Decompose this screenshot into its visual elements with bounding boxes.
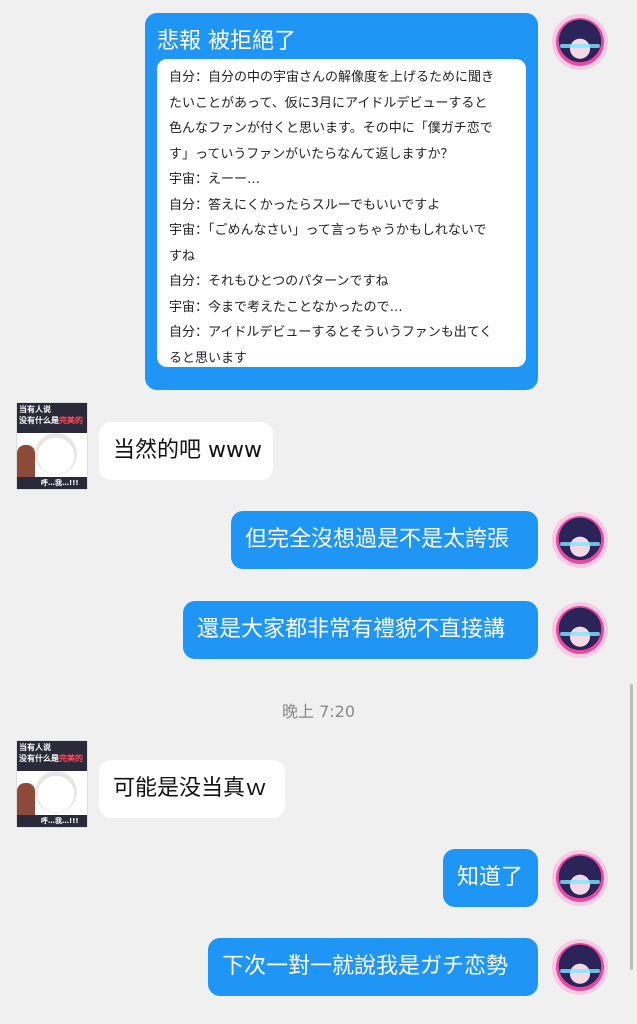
avatar-text-line2: 没有什么是完美的 [19,416,83,425]
avatar-face [35,771,77,813]
avatar-text-line1: 当有人说 [19,405,51,414]
post-title: 悲報 被拒絕了 [157,29,296,54]
avatar-text-line2: 没有什么是完美的 [19,754,83,763]
message-text: 可能是没当真ｗ [113,776,268,801]
my-avatar-icon[interactable] [552,14,608,70]
avatar-face [35,433,77,475]
my-avatar-icon[interactable] [552,939,608,995]
timestamp: 晚上 7:20 [281,702,356,721]
message-text: 当然的吧 www [113,438,262,463]
my-avatar-icon[interactable] [552,512,608,568]
scrollbar[interactable] [630,684,633,970]
chat-view: 悲報 被拒絕了 自分：自分の中の宇宙さんの解像度を上げるために聞き たいことがあ… [0,0,637,1024]
my-avatar-icon[interactable] [552,850,608,906]
avatar-bottom-band: 呼…我…!!! [17,477,87,489]
message-bubble-me[interactable]: 下次一對一就說我是ガチ恋勢 [208,938,538,996]
message-text: 下次一對一就說我是ガチ恋勢 [222,954,509,979]
message-bubble-me[interactable]: 還是大家都非常有禮貌不直接講 [183,601,538,659]
other-avatar-icon[interactable]: 当有人说 没有什么是完美的 呼…我…!!! [16,402,88,490]
message-bubble-me[interactable]: 但完全沒想過是不是太誇張 [231,511,538,569]
other-avatar-icon[interactable]: 当有人说 没有什么是完美的 呼…我…!!! [16,740,88,828]
forwarded-post-bubble[interactable]: 悲報 被拒絕了 自分：自分の中の宇宙さんの解像度を上げるために聞き たいことがあ… [145,13,538,390]
message-text: 還是大家都非常有禮貌不直接講 [197,617,506,642]
my-avatar-icon[interactable] [552,602,608,658]
avatar-bottom-band: 呼…我…!!! [17,815,87,827]
message-bubble-other[interactable]: 当然的吧 www [99,422,273,480]
message-text: 知道了 [457,865,524,890]
avatar-text-line1: 当有人说 [19,743,51,752]
message-bubble-other[interactable]: 可能是没当真ｗ [99,760,285,818]
post-body: 自分：自分の中の宇宙さんの解像度を上げるために聞き たいことがあって、仮に3月に… [157,59,526,367]
message-bubble-me[interactable]: 知道了 [443,849,538,907]
message-text: 但完全沒想過是不是太誇張 [245,527,510,552]
